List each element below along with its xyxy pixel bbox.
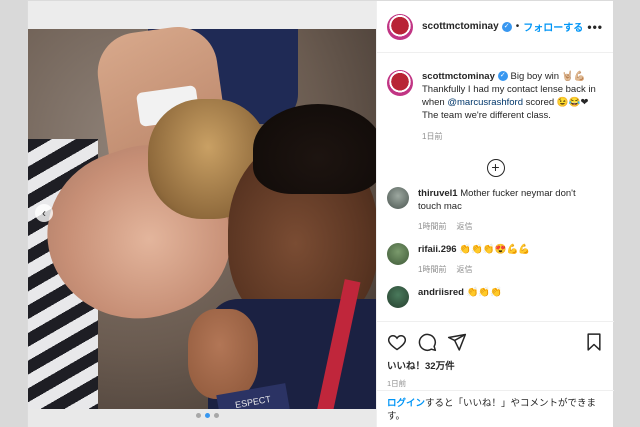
login-link[interactable]: ログイン (387, 398, 425, 409)
more-options-icon[interactable]: ••• (587, 20, 603, 34)
header-separator: • (515, 21, 520, 32)
carousel-dots (196, 413, 219, 418)
reply-button[interactable]: 返信 (456, 220, 472, 233)
comment-item: andriisred 👏👏👏 (377, 276, 614, 308)
likes-count[interactable]: いいね！32万件 (377, 354, 614, 372)
commenter-username[interactable]: andriisred (418, 287, 464, 298)
comment-icon[interactable] (417, 332, 437, 352)
caption-time: 1日前 (422, 132, 443, 141)
post-actions: いいね！32万件 1日前 ログインすると「いいね！」やコメントができます。 (377, 321, 614, 427)
reply-button[interactable]: 返信 (456, 263, 472, 276)
carousel-dot (214, 413, 219, 418)
post-side-panel: scottmctominay ✓ • フォローする ••• scottmctom… (376, 1, 614, 427)
comments-list[interactable]: scottmctominay ✓ Big boy win 🤘🏼💪🏼 Thankfu… (377, 54, 614, 321)
comment-text: 👏👏👏😍💪💪 (459, 244, 531, 255)
comment-item: thiruvel1 Mother fucker neymar don't tou… (377, 177, 614, 233)
caption-mention-link[interactable]: @marcusrashford (447, 97, 523, 108)
commenter-avatar[interactable] (387, 243, 409, 265)
caption-avatar[interactable] (387, 70, 413, 96)
post-photo[interactable]: ESPECT ‹ (28, 1, 376, 427)
carousel-prev-button[interactable]: ‹ (35, 204, 53, 222)
login-prompt: ログインすると「いいね！」やコメントができます。 (377, 390, 614, 427)
verified-badge-icon: ✓ (501, 21, 512, 32)
carousel-dot (196, 413, 201, 418)
bookmark-icon[interactable] (584, 332, 604, 352)
comment-item: rifaii.296 👏👏👏😍💪💪 1時間前 返信 (377, 233, 614, 276)
post-header: scottmctominay ✓ • フォローする ••• (377, 1, 613, 53)
comment-time: 1時間前 (418, 265, 447, 274)
heart-icon[interactable] (387, 332, 407, 352)
caption-username[interactable]: scottmctominay (422, 71, 495, 82)
load-more-comments-button[interactable]: + (486, 159, 505, 177)
author-avatar[interactable] (387, 13, 413, 40)
commenter-avatar[interactable] (387, 286, 409, 308)
verified-badge-icon: ✓ (497, 71, 508, 82)
author-username[interactable]: scottmctominay (422, 21, 499, 32)
caption: scottmctominay ✓ Big boy win 🤘🏼💪🏼 Thankfu… (377, 54, 614, 143)
commenter-username[interactable]: thiruvel1 (418, 188, 458, 199)
commenter-avatar[interactable] (387, 187, 409, 209)
photo-scene: ESPECT (28, 21, 376, 427)
post-time: 1日前 (387, 379, 407, 388)
follow-button[interactable]: フォローする (523, 19, 583, 34)
paper-plane-icon[interactable] (447, 332, 467, 352)
carousel-dot-active (205, 413, 210, 418)
instagram-post: ESPECT ‹ scottmctominay ✓ • フォローする ••• s… (27, 0, 614, 427)
comment-text: 👏👏👏 (466, 287, 503, 298)
commenter-username[interactable]: rifaii.296 (418, 244, 457, 255)
comment-time: 1時間前 (418, 222, 447, 231)
